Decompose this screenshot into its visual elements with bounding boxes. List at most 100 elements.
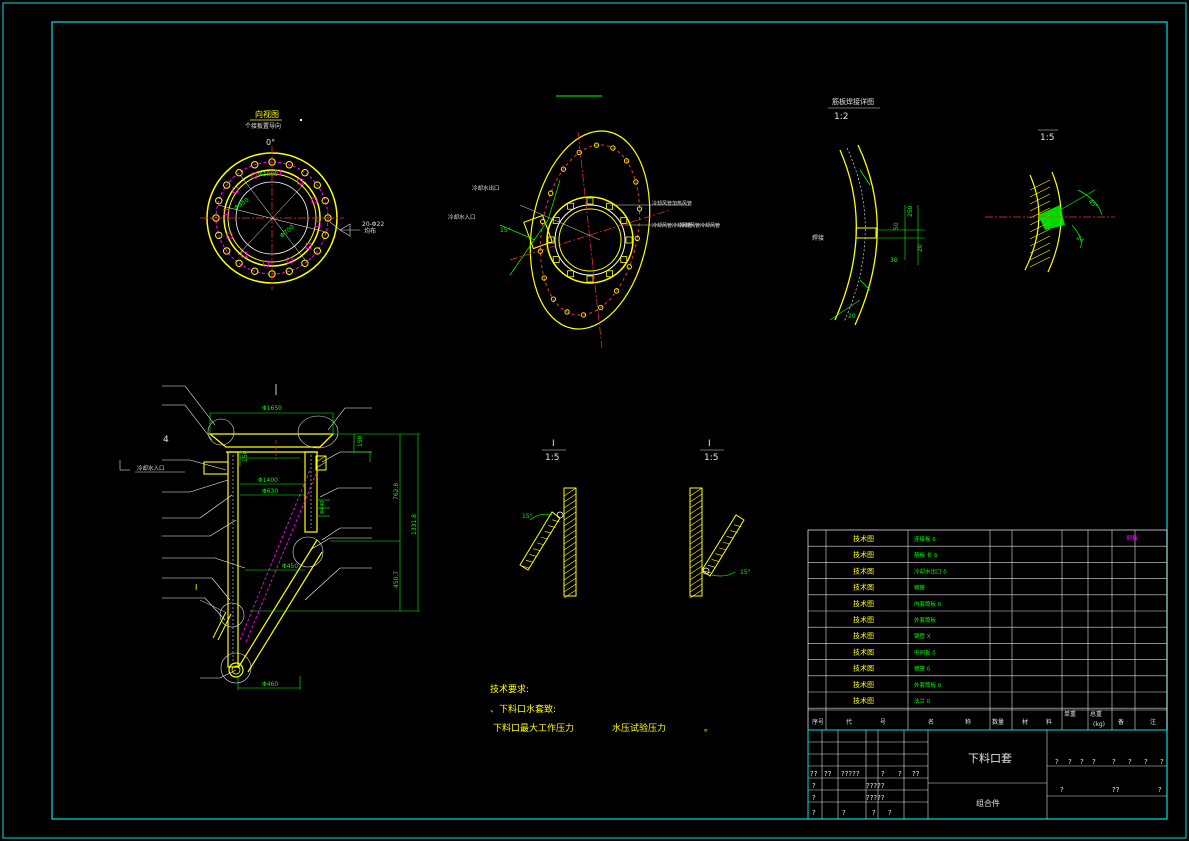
bom-row-code: 技术图 [853,583,874,592]
section-dim-11: 450.7 [393,571,400,588]
top-view-angle: 0° [266,138,275,147]
bom-row-code: 技术图 [853,566,874,575]
bom-header-right: 钢板 [1126,534,1138,542]
bom-row-code: 技术图 [853,680,874,689]
title-part-name: 下料口套 [968,751,1012,765]
title-cell-a4: ? [898,770,902,778]
section-dim-4: Φ450 [282,563,298,570]
section-label: 4 [163,435,169,445]
title-cell-a5: ?? [912,770,920,778]
notes-line2-prefix: 下料口最大工作压力 [493,722,574,734]
bom-row-code: 技术图 [853,615,874,624]
detail-a-note: 焊接 [812,234,824,242]
oval-label-outlet: 冷却水出口 [472,184,500,192]
title-part-type: 组合件 [976,798,1000,808]
title-cell-a3: ? [881,770,885,778]
oval-angle: 15° [500,227,511,234]
section-dim-8: 150 [357,435,364,447]
section-dim-5: Φ440 [320,501,326,514]
title-cell-b1: ????? [866,782,885,790]
title-right-top-cell: ? [1128,758,1132,766]
notes-line2-end: 。 [704,724,713,734]
detail-b-scale: 1:5 [1040,133,1054,143]
top-view-title: 向视图 [255,109,279,119]
section-dim-7: 150 [242,450,249,462]
bom-row-name: 钢管 [914,584,926,592]
oval-label-inlet: 冷却水入口 [448,213,476,221]
title-cell-c0: ? [812,794,816,802]
detail-a-dim-4: 50 [893,222,900,230]
detail-i-left-scale: 1:5 [545,453,559,463]
title-cell-d2: ? [872,809,876,817]
oval-label-air1: 冷却风管加热风管 [652,200,692,207]
bom-column-header: 注 [1150,718,1156,726]
detail-i-left-mark: I [552,439,555,449]
notes-title: 技术要求: [490,683,529,695]
detail-a-dim-5: 20 [848,313,856,320]
title-right-top-cell: ? [1144,758,1148,766]
bom-column-header: 备 [1118,718,1124,726]
bom-column-header: 总重 [1090,710,1102,718]
section-dim-1: Φ1650 [262,405,282,412]
title-cell-d1: ? [842,809,846,817]
top-view-subtitle: 个接板置导向 [245,122,281,130]
title-right-top-cell: ? [1068,758,1072,766]
title-cell-d0: ? [812,809,816,817]
top-view-holes: 20-Φ22 [362,221,384,228]
bom-row-name: 外套筒板 [914,616,937,624]
detail-a-dim-2: 30 [890,257,898,264]
section-detail-mark: I [195,583,197,592]
bom-row-name: 法兰 δ [914,697,931,705]
notes-line2-suffix: 水压试验压力 [612,722,666,734]
title-right-top-cell: ? [1055,758,1059,766]
notes-line1: 、下料口水套致: [490,703,556,715]
drawing-sheet: 向视图 个接板置导向 0° Φ1000 Φ950 Φ700 20-Φ22 均布 [0,0,1189,841]
bom-row-name: 筋板 长 δ [914,551,938,559]
title-right-top-cell: ? [1092,758,1096,766]
section-water-inlet: 冷却水入口 [137,464,165,472]
bom-column-header: 材 [1022,718,1028,726]
bom-column-header: 单重 [1064,710,1076,718]
bom-column-header: 称 [965,718,971,726]
bom-column-header: 料 [1046,718,1052,726]
detail-a-dim-1: 250 [907,205,914,217]
title-cell-a2: ????? [841,770,860,778]
top-view-dim-1: Φ1000 [258,171,278,178]
detail-i-right-angle: 15° [740,569,751,576]
title-cell-b0: ? [812,782,816,790]
title-right-b0: ? [1060,786,1064,794]
section-dim-9: 762.8 [393,483,400,500]
bom-row-code: 技术图 [853,664,874,673]
title-right-top-cell: ? [1112,758,1116,766]
bom-row-code: 技术图 [853,534,874,543]
bom-column-header: 序号 [812,718,824,726]
bom-row-name: 中间板 δ [914,648,936,656]
bom-row-name: 连接板 δ [914,535,936,543]
title-right-b2: ? [1158,786,1162,794]
title-cell-a0: ?? [810,770,818,778]
bom-column-header: 数量 [992,718,1004,726]
bom-row-code: 技术图 [853,550,874,559]
detail-a-title: 筋板焊接详图 [832,97,874,106]
section-dim-6: Φ460 [262,681,278,688]
detail-i-left-angle: 15° [522,513,533,520]
title-cell-c1: ????? [866,794,885,802]
section-dim-10: 1331.8 [411,514,418,535]
bom-column-header: 号 [880,719,886,726]
bom-column-header: 名 [928,718,934,726]
detail-i-right-mark: I [708,439,711,449]
title-cell-a1: ?? [824,770,832,778]
section-dim-3: Φ630 [262,488,278,495]
bom-row-name: 冷却水出口 δ [914,567,947,575]
title-right-top-cell: ? [1080,758,1084,766]
detail-i-right-scale: 1:5 [704,453,718,463]
bom-row-code: 技术图 [853,599,874,608]
bom-row-code: 技术图 [853,696,874,705]
title-right-top-cell: ? [1160,758,1164,766]
bom-row-code: 技术图 [853,647,874,656]
detail-a-scale: 1:2 [834,112,848,122]
bom-row-name: 钢管 δ [914,665,931,673]
bom-row-code: 技术图 [853,631,874,640]
title-right-b1: ?? [1112,786,1120,794]
bom-column-header: 代 [846,718,852,726]
